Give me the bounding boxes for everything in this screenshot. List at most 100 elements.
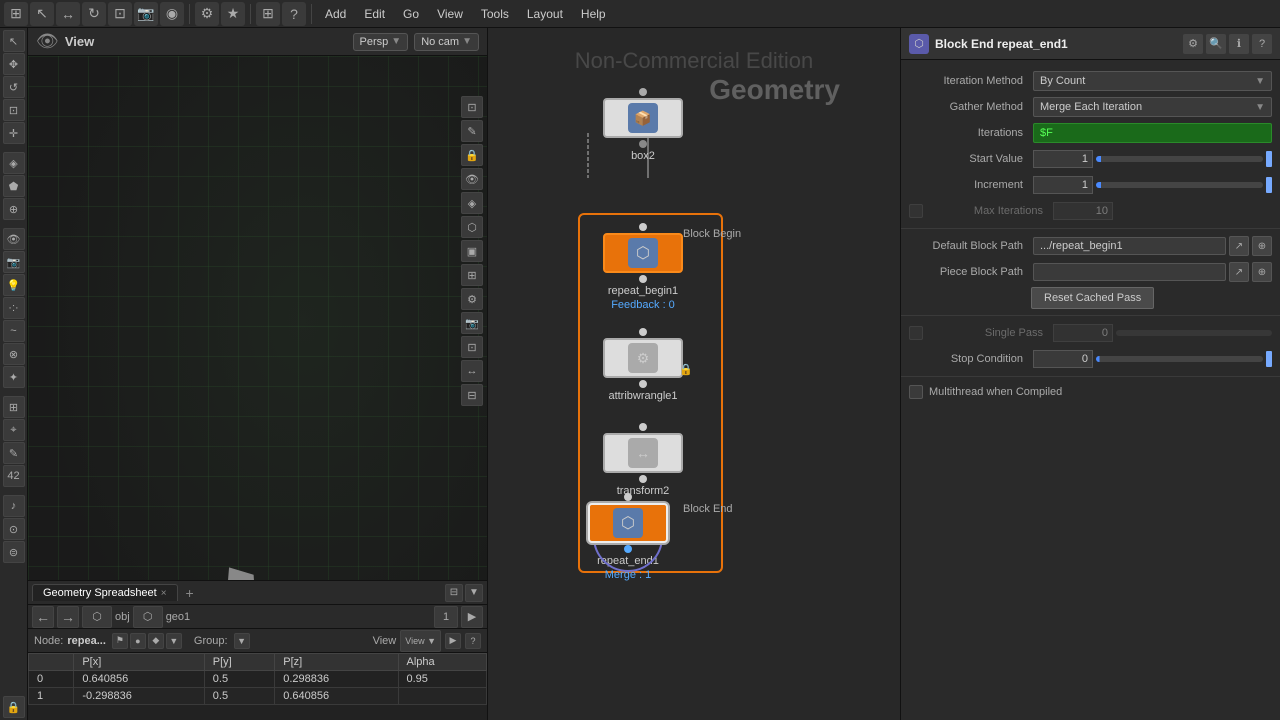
- tb-audio[interactable]: ♪: [3, 495, 25, 517]
- iterations-input[interactable]: [1033, 123, 1272, 143]
- vp-lock2[interactable]: 🔒: [461, 144, 483, 166]
- tb-rivet[interactable]: ⊗: [3, 343, 25, 365]
- node-repeat-end1[interactable]: ⬡ repeat_end1 Merge : 1: [588, 493, 668, 581]
- rb1-node-box[interactable]: ⬡: [603, 233, 683, 273]
- tab-close-btn[interactable]: ×: [161, 588, 167, 599]
- node-transform2[interactable]: ↔ transform2: [603, 423, 683, 497]
- default-block-path-browse-btn[interactable]: ↗: [1229, 236, 1249, 256]
- tb-sculpt[interactable]: ⊕: [3, 198, 25, 220]
- tb-zoom[interactable]: ⌖: [3, 419, 25, 441]
- tb-light[interactable]: 💡: [3, 274, 25, 296]
- help-icon[interactable]: ?: [282, 2, 306, 26]
- menu-view[interactable]: View: [429, 5, 471, 23]
- vp-persp[interactable]: ⊡: [461, 336, 483, 358]
- node-box2[interactable]: 📦 box2: [603, 88, 683, 162]
- node-flag-3[interactable]: ◆: [148, 633, 164, 649]
- node-flag-2[interactable]: ●: [130, 633, 146, 649]
- node-flag-1[interactable]: ⚑: [112, 633, 128, 649]
- piece-block-path-pick-btn[interactable]: ⊕: [1252, 262, 1272, 282]
- stop-condition-slider-handle[interactable]: [1266, 351, 1272, 367]
- props-gear-btn[interactable]: ⚙: [1183, 34, 1203, 54]
- vp-shad[interactable]: ⬡: [461, 216, 483, 238]
- size-icon[interactable]: ⊞: [256, 2, 280, 26]
- camera-icon[interactable]: 📷: [134, 2, 158, 26]
- piece-block-path-browse-btn[interactable]: ↗: [1229, 262, 1249, 282]
- app-menu-icon[interactable]: ⊞: [4, 2, 28, 26]
- tb-bone[interactable]: ✦: [3, 366, 25, 388]
- re1-node-box[interactable]: ⬡: [588, 503, 668, 543]
- tb-select[interactable]: ↖: [3, 30, 25, 52]
- menu-edit[interactable]: Edit: [356, 5, 393, 23]
- multithread-checkbox[interactable]: [909, 385, 923, 399]
- tb-brush[interactable]: ✎: [3, 442, 25, 464]
- max-iterations-checkbox[interactable]: [909, 204, 923, 218]
- increment-input[interactable]: [1033, 176, 1093, 194]
- perspective-dropdown[interactable]: Persp ▼: [353, 33, 409, 51]
- nav-fwd-btn[interactable]: →: [57, 606, 79, 628]
- props-info-btn[interactable]: ℹ: [1229, 34, 1249, 54]
- tb-xform[interactable]: ✛: [3, 122, 25, 144]
- vp-bg[interactable]: ▣: [461, 240, 483, 262]
- menu-add[interactable]: Add: [317, 5, 354, 23]
- tb-paint[interactable]: ⬟: [3, 175, 25, 197]
- render-icon[interactable]: ◉: [160, 2, 184, 26]
- node-flag-4[interactable]: ▼: [166, 633, 182, 649]
- props-search-btn[interactable]: 🔍: [1206, 34, 1226, 54]
- tb-lock[interactable]: 🔒: [3, 696, 25, 718]
- start-value-input[interactable]: [1033, 150, 1093, 168]
- frame-nav-btn[interactable]: ▶: [461, 606, 483, 628]
- vp-disp[interactable]: ◈: [461, 192, 483, 214]
- single-pass-checkbox[interactable]: [909, 326, 923, 340]
- tb-rotate[interactable]: ↺: [3, 76, 25, 98]
- group-filter-btn[interactable]: ▼: [234, 633, 250, 649]
- tool-icon-2[interactable]: ★: [221, 2, 245, 26]
- default-block-path-pick-btn[interactable]: ⊕: [1252, 236, 1272, 256]
- box2-node-box[interactable]: 📦: [603, 98, 683, 138]
- geometry-spreadsheet-tab[interactable]: Geometry Spreadsheet×: [32, 584, 178, 601]
- tb-scale[interactable]: ⊡: [3, 99, 25, 121]
- max-iterations-input[interactable]: [1053, 202, 1113, 220]
- vp-grid[interactable]: ⊞: [461, 264, 483, 286]
- stop-condition-slider[interactable]: [1096, 356, 1263, 362]
- single-pass-slider[interactable]: [1116, 330, 1272, 336]
- vp-draw[interactable]: ✎: [461, 120, 483, 142]
- piece-block-path-input[interactable]: [1033, 263, 1226, 281]
- increment-slider[interactable]: [1096, 182, 1263, 188]
- panel-expand-btn[interactable]: ⊟: [445, 584, 463, 602]
- tb-num[interactable]: 42: [3, 465, 25, 487]
- vp-vis[interactable]: 👁: [461, 168, 483, 190]
- tb-grab2[interactable]: ⊞: [3, 396, 25, 418]
- menu-go[interactable]: Go: [395, 5, 427, 23]
- menu-layout[interactable]: Layout: [519, 5, 571, 23]
- tb-geo[interactable]: ◈: [3, 152, 25, 174]
- start-value-slider-handle[interactable]: [1266, 151, 1272, 167]
- increment-slider-handle[interactable]: [1266, 177, 1272, 193]
- rotate-tool-icon[interactable]: ↻: [82, 2, 106, 26]
- network-editor[interactable]: Non-Commercial Edition Geometry: [488, 28, 900, 720]
- vp-flip[interactable]: ↔: [461, 360, 483, 382]
- gather-method-dropdown[interactable]: Merge Each Iteration ▼: [1033, 97, 1272, 117]
- transform-tool-icon[interactable]: ↔: [56, 2, 80, 26]
- vp-split[interactable]: ⊟: [461, 384, 483, 406]
- start-value-slider[interactable]: [1096, 156, 1263, 162]
- tb-view[interactable]: 👁: [3, 228, 25, 250]
- geo1-icon[interactable]: ⬡: [133, 606, 163, 628]
- select-tool-icon[interactable]: ↖: [30, 2, 54, 26]
- default-block-path-input[interactable]: [1033, 237, 1226, 255]
- tb-cam[interactable]: 📷: [3, 251, 25, 273]
- nav-back-btn[interactable]: ←: [32, 606, 54, 628]
- t2-node-box[interactable]: ↔: [603, 433, 683, 473]
- aw1-node-box[interactable]: ⚙ 🔒: [603, 338, 683, 378]
- vp-snap[interactable]: ⊡: [461, 96, 483, 118]
- single-pass-input[interactable]: [1053, 324, 1113, 342]
- view-play-btn[interactable]: ▶: [445, 633, 461, 649]
- tb-part[interactable]: ·:·: [3, 297, 25, 319]
- help-btn[interactable]: ?: [465, 633, 481, 649]
- vp-opts[interactable]: ⚙: [461, 288, 483, 310]
- obj-icon[interactable]: ⬡: [82, 606, 112, 628]
- frame-num[interactable]: 1: [434, 606, 458, 628]
- iteration-method-dropdown[interactable]: By Count ▼: [1033, 71, 1272, 91]
- add-tab-btn[interactable]: +: [180, 584, 200, 602]
- reset-cached-pass-btn[interactable]: Reset Cached Pass: [1031, 287, 1154, 309]
- view-dropdown[interactable]: View ▼: [400, 630, 441, 652]
